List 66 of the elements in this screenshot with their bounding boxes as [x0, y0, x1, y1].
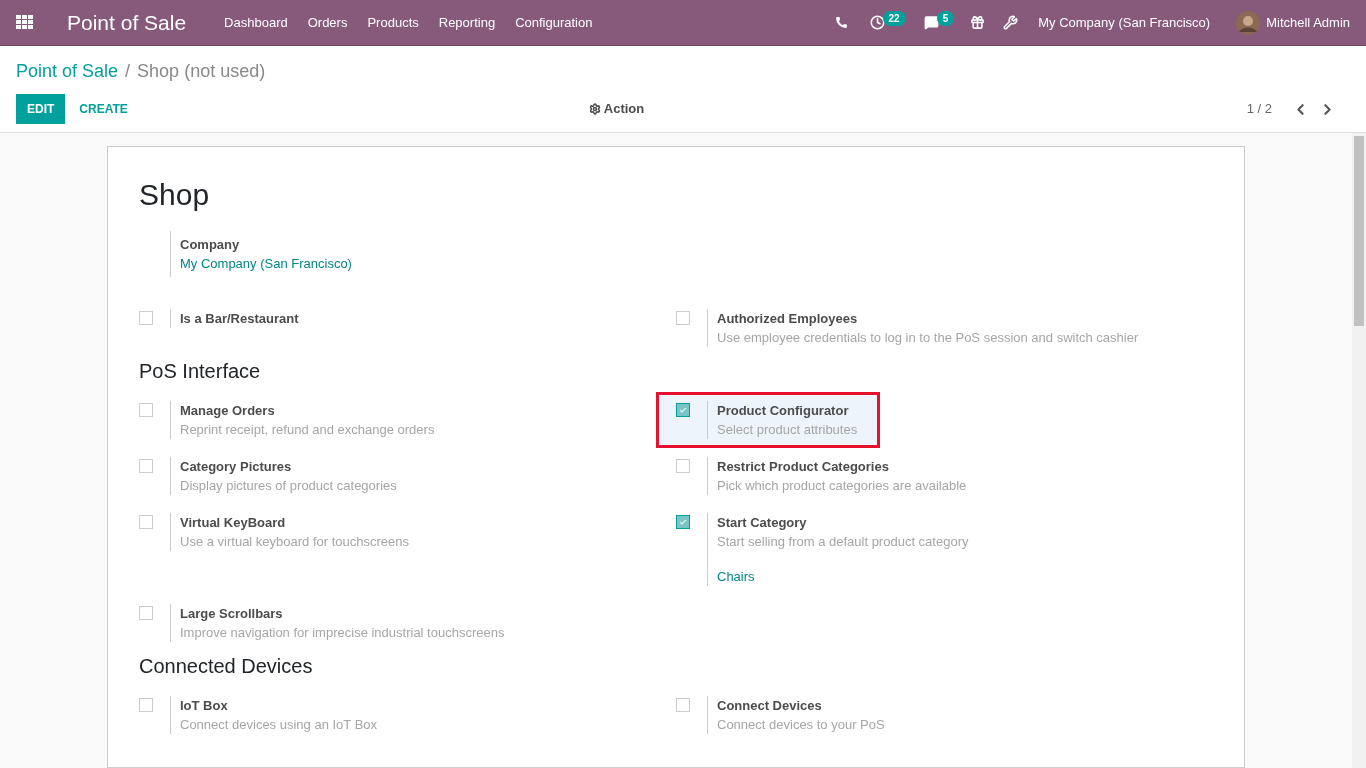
setting-label: IoT Box [180, 697, 229, 715]
setting-label: Category Pictures [180, 458, 293, 476]
checkbox[interactable] [676, 403, 690, 417]
record-title: Shop [139, 177, 211, 213]
company-switcher[interactable]: My Company (San Francisco) [1038, 12, 1211, 33]
user-name[interactable]: Mitchell Admin [1266, 12, 1350, 33]
breadcrumb-separator: / [125, 60, 131, 83]
activity-badge: 22 [882, 11, 906, 26]
menu-item[interactable]: Orders [297, 12, 358, 33]
apps-menu-icon[interactable] [16, 14, 34, 31]
scrollbar[interactable] [1352, 133, 1366, 768]
action-menu[interactable]: Action [588, 99, 645, 119]
activity-icon[interactable] [869, 15, 885, 30]
setting-description: Reprint receipt, refund and exchange orders [180, 421, 435, 439]
setting-label: Is a Bar/Restaurant [180, 310, 299, 328]
company-link[interactable]: My Company (San Francisco) [180, 254, 352, 273]
section-title: PoS Interface [139, 359, 262, 383]
gift-icon[interactable] [970, 15, 986, 30]
setting-description: Display pictures of product categories [180, 477, 397, 495]
field-label: Company [180, 236, 241, 254]
message-badge: 5 [936, 11, 955, 26]
tools-icon[interactable] [1003, 15, 1019, 30]
setting-description: Pick which product categories are available [717, 477, 967, 495]
checkbox[interactable] [139, 459, 153, 473]
setting-description: Improve navigation for imprecise industrial touchscreens [180, 624, 505, 642]
setting-description: Select product attributes [717, 421, 858, 439]
checkbox[interactable] [139, 403, 153, 417]
checkbox[interactable] [676, 698, 690, 712]
setting-label: Manage Orders [180, 402, 276, 420]
gear-icon [588, 103, 601, 115]
breadcrumb-link[interactable]: Point of Sale [16, 58, 119, 85]
setting-label: Restrict Product Categories [717, 458, 890, 476]
checkbox[interactable] [139, 311, 153, 325]
checkbox[interactable] [676, 311, 690, 325]
setting-label: Product Configurator [717, 402, 850, 420]
setting-label: Authorized Employees [717, 310, 859, 328]
messages-icon[interactable] [923, 15, 939, 30]
setting-label: Large Scrollbars [180, 605, 284, 623]
breadcrumb-current: Shop (not used) [137, 60, 266, 83]
checkmark-icon [679, 406, 687, 414]
setting-label: Virtual KeyBoard [180, 514, 287, 532]
edit-button[interactable]: EDIT [16, 94, 66, 124]
setting-label: Start Category [717, 514, 808, 532]
setting-description: Connect devices using an IoT Box [180, 716, 378, 734]
app-title: Point of Sale [67, 9, 187, 36]
create-button[interactable]: CREATE [65, 94, 142, 124]
setting-description: Connect devices to your PoS [717, 716, 885, 734]
checkbox[interactable] [139, 606, 153, 620]
checkbox[interactable] [676, 515, 690, 529]
pager-value: 1 / 2 [1246, 100, 1272, 119]
setting-description: Use employee credentials to log in to the PoS session and switch cashier [717, 329, 1139, 347]
user-avatar[interactable] [1236, 10, 1261, 35]
checkbox[interactable] [139, 515, 153, 529]
menu-item[interactable]: Configuration [505, 12, 603, 33]
category-link[interactable]: Chairs [717, 567, 969, 586]
menu-item[interactable]: Reporting [428, 12, 506, 33]
phone-icon[interactable] [834, 16, 848, 29]
menu-item[interactable]: Products [357, 12, 429, 33]
menu-item[interactable]: Dashboard [214, 12, 298, 33]
section-title: Connected Devices [139, 654, 314, 678]
checkbox[interactable] [139, 698, 153, 712]
checkmark-icon [679, 518, 687, 526]
checkbox[interactable] [676, 459, 690, 473]
setting-label: Connect Devices [717, 697, 823, 715]
setting-description: Start selling from a default product category [717, 533, 969, 551]
setting-description: Use a virtual keyboard for touchscreens [180, 533, 410, 551]
